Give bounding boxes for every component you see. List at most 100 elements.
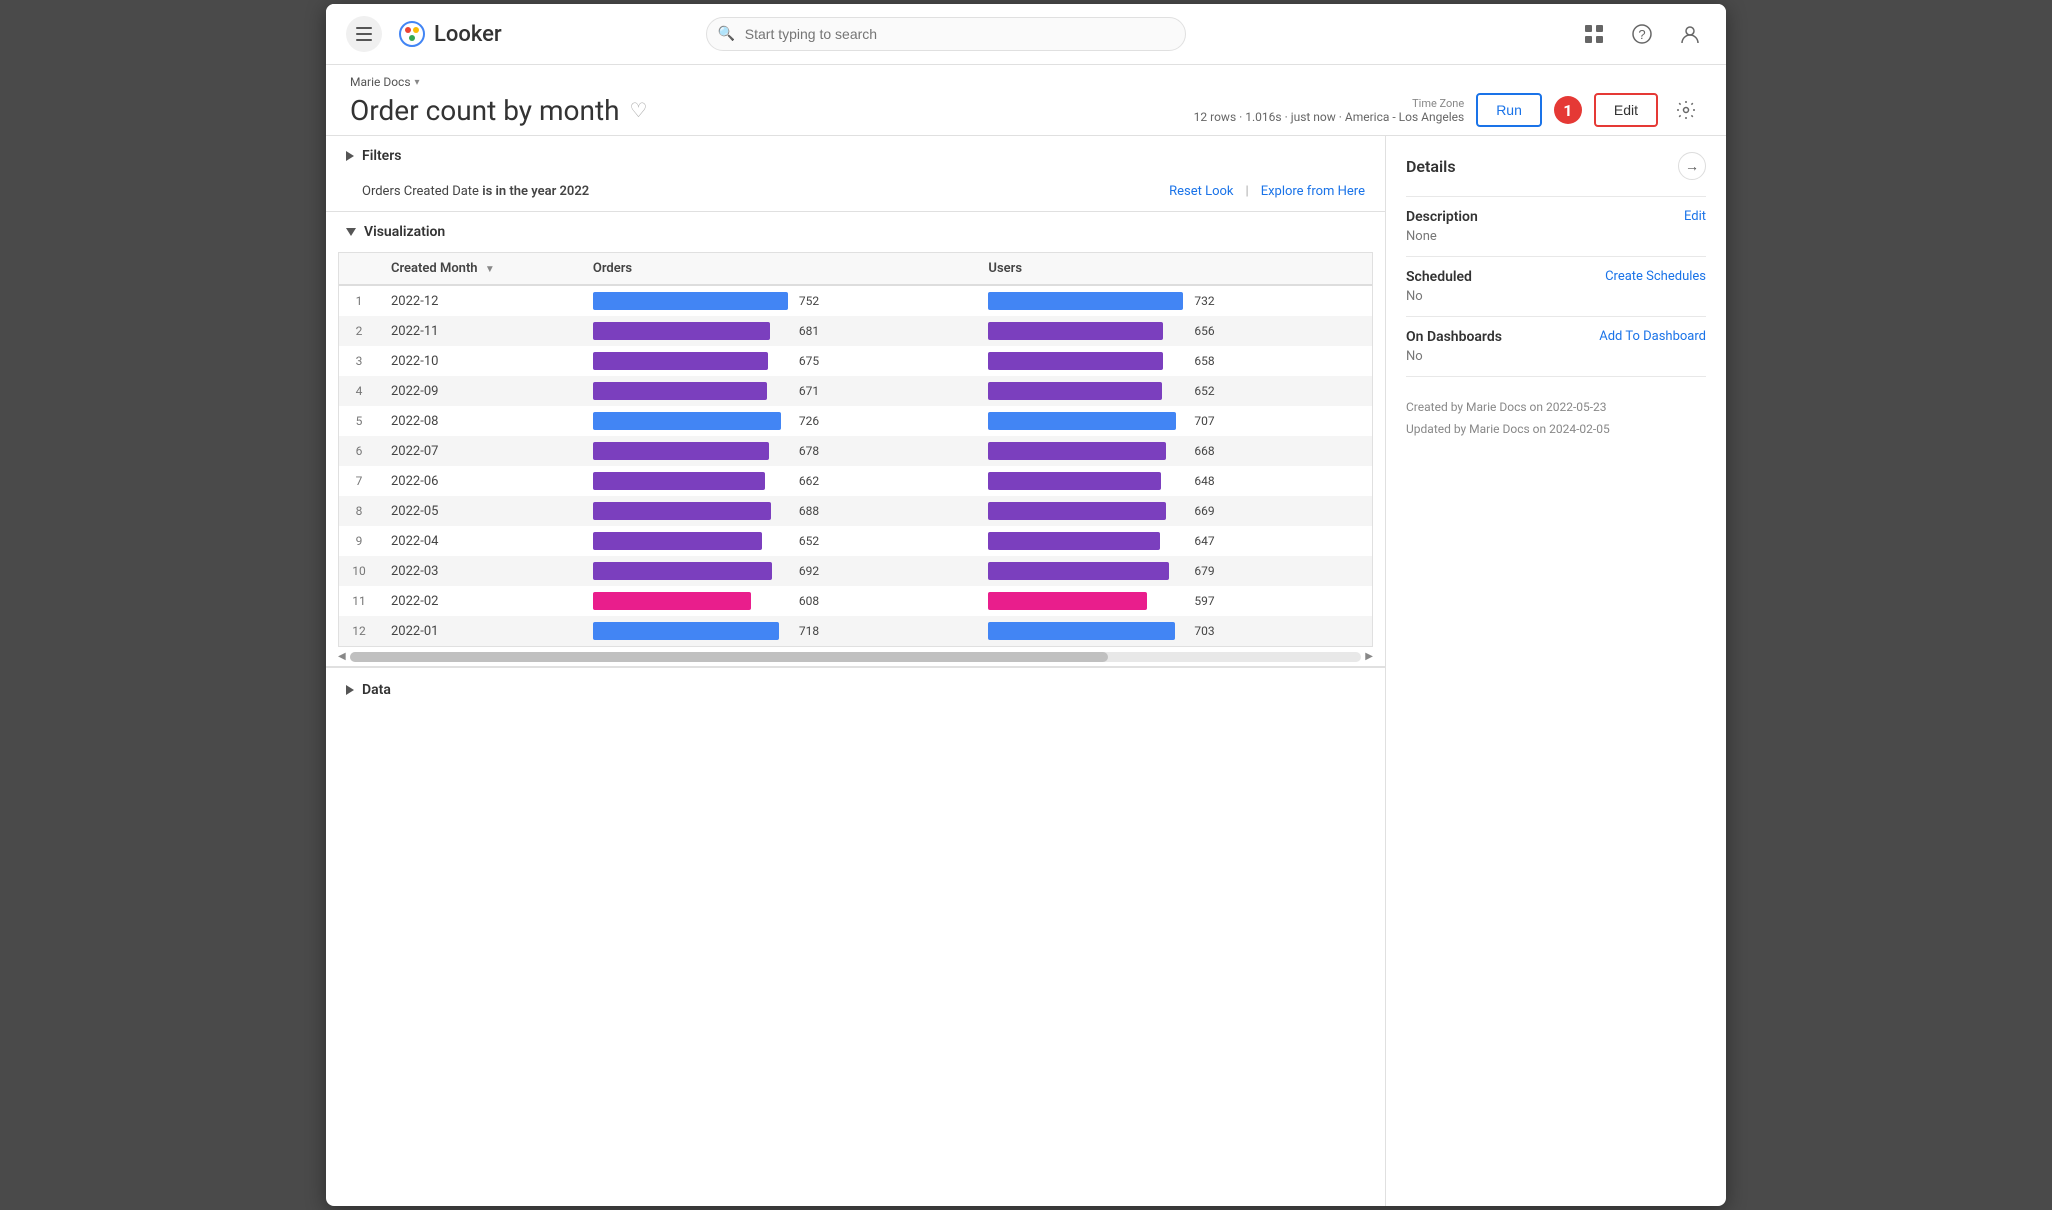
row-month: 2022-09 [379, 376, 581, 406]
row-month: 2022-01 [379, 616, 581, 646]
scheduled-label: Scheduled [1406, 269, 1472, 285]
table-header: Created Month ▼ Orders Users [339, 253, 1372, 285]
description-label: Description [1406, 209, 1478, 225]
visualization-label: Visualization [364, 224, 445, 240]
sort-arrow: ▼ [485, 264, 495, 275]
row-orders: 688 [581, 496, 977, 526]
data-collapse-icon [346, 685, 354, 695]
row-users: 648 [976, 466, 1372, 496]
page-title-text: Order count by month [350, 94, 620, 127]
horizontal-scroll-track[interactable] [350, 652, 1362, 662]
data-label: Data [362, 682, 391, 698]
row-users: 679 [976, 556, 1372, 586]
created-line1: Created by Marie Docs on 2022-05-23 [1406, 397, 1706, 419]
row-orders: 671 [581, 376, 977, 406]
edit-button[interactable]: Edit [1594, 93, 1658, 127]
filters-section-header[interactable]: Filters [326, 136, 1385, 176]
data-table: Created Month ▼ Orders Users 1 2022-12 [339, 253, 1372, 646]
created-info: Created by Marie Docs on 2022-05-23 Upda… [1406, 397, 1706, 440]
col-users: Users [976, 253, 1372, 285]
row-orders: 675 [581, 346, 977, 376]
help-icon-button[interactable]: ? [1626, 18, 1658, 50]
on-dashboards-section: On Dashboards Add To Dashboard No [1406, 329, 1706, 364]
scroll-left-arrow: ◀ [338, 651, 346, 662]
search-bar: 🔍 [706, 17, 1186, 51]
col-orders: Orders [581, 253, 977, 285]
row-users: 669 [976, 496, 1372, 526]
viz-collapse-icon [346, 228, 356, 236]
run-button[interactable]: Run [1476, 93, 1542, 127]
scheduled-value: No [1406, 289, 1706, 304]
horizontal-scroll-thumb [350, 652, 1109, 662]
gear-icon [1676, 100, 1696, 120]
app-header: Looker 🔍 ? [326, 4, 1726, 65]
explore-from-here-link[interactable]: Explore from Here [1261, 184, 1365, 199]
table-row: 3 2022-10 675 658 [339, 346, 1372, 376]
title-actions: Time Zone 12 rows · 1.016s · just now · … [1194, 93, 1702, 127]
row-orders: 678 [581, 436, 977, 466]
help-icon: ? [1631, 23, 1653, 45]
marketplace-icon [1583, 23, 1605, 45]
details-title: Details [1406, 157, 1456, 176]
marketplace-icon-button[interactable] [1578, 18, 1610, 50]
on-dashboards-label: On Dashboards [1406, 329, 1502, 345]
updated-line2: Updated by Marie Docs on 2024-02-05 [1406, 419, 1706, 441]
sub-header: Marie Docs ▾ Order count by month ♡ Time… [326, 65, 1726, 136]
description-edit-link[interactable]: Edit [1684, 209, 1706, 224]
visualization-header[interactable]: Visualization [326, 212, 1385, 252]
scroll-bar-area[interactable]: ◀ ▶ [338, 651, 1373, 662]
row-number: 8 [339, 496, 379, 526]
row-month: 2022-07 [379, 436, 581, 466]
row-users: 652 [976, 376, 1372, 406]
col-created-month[interactable]: Created Month ▼ [379, 253, 581, 285]
description-value: None [1406, 229, 1706, 244]
svg-text:?: ? [1638, 27, 1645, 42]
row-number: 3 [339, 346, 379, 376]
row-number: 4 [339, 376, 379, 406]
description-section: Description Edit None [1406, 209, 1706, 244]
breadcrumb-arrow: ▾ [415, 77, 420, 88]
logo-text: Looker [434, 22, 502, 47]
search-input[interactable] [706, 17, 1186, 51]
gear-icon-button[interactable] [1670, 94, 1702, 126]
row-month: 2022-06 [379, 466, 581, 496]
add-to-dashboard-link[interactable]: Add To Dashboard [1599, 329, 1706, 344]
row-users: 597 [976, 586, 1372, 616]
data-table-wrapper[interactable]: Created Month ▼ Orders Users 1 2022-12 [338, 252, 1373, 647]
create-schedules-link[interactable]: Create Schedules [1605, 269, 1706, 284]
filter-actions: Reset Look | Explore from Here [1169, 184, 1365, 199]
filter-text: Orders Created Date is in the year 2022 [362, 184, 589, 199]
row-users: 703 [976, 616, 1372, 646]
row-month: 2022-08 [379, 406, 581, 436]
arrow-right-button[interactable]: → [1678, 152, 1706, 180]
reset-look-link[interactable]: Reset Look [1169, 184, 1233, 199]
table-body: 1 2022-12 752 732 2 202 [339, 285, 1372, 646]
row-number: 2 [339, 316, 379, 346]
detail-divider-4 [1406, 376, 1706, 377]
timezone-label: Time Zone [1194, 97, 1465, 110]
on-dashboards-value: No [1406, 349, 1706, 364]
row-orders: 718 [581, 616, 977, 646]
detail-divider-1 [1406, 196, 1706, 197]
row-orders: 608 [581, 586, 977, 616]
table-row: 7 2022-06 662 648 [339, 466, 1372, 496]
details-header: Details → [1406, 152, 1706, 180]
breadcrumb-label: Marie Docs [350, 75, 411, 89]
table-row: 10 2022-03 692 679 [339, 556, 1372, 586]
hamburger-button[interactable] [346, 16, 382, 52]
meta-details: 12 rows · 1.016s · just now · America - … [1194, 110, 1465, 124]
filters-label: Filters [362, 148, 401, 164]
row-month: 2022-11 [379, 316, 581, 346]
user-icon-button[interactable] [1674, 18, 1706, 50]
row-month: 2022-04 [379, 526, 581, 556]
table-row: 4 2022-09 671 652 [339, 376, 1372, 406]
col-row-number [339, 253, 379, 285]
data-section-header[interactable]: Data [326, 667, 1385, 712]
breadcrumb[interactable]: Marie Docs ▾ [350, 75, 1702, 89]
heart-icon[interactable]: ♡ [630, 98, 648, 122]
meta-info: Time Zone 12 rows · 1.016s · just now · … [1194, 97, 1465, 124]
row-users: 647 [976, 526, 1372, 556]
filter-row: Orders Created Date is in the year 2022 … [326, 176, 1385, 211]
detail-divider-2 [1406, 256, 1706, 257]
row-number: 1 [339, 285, 379, 316]
